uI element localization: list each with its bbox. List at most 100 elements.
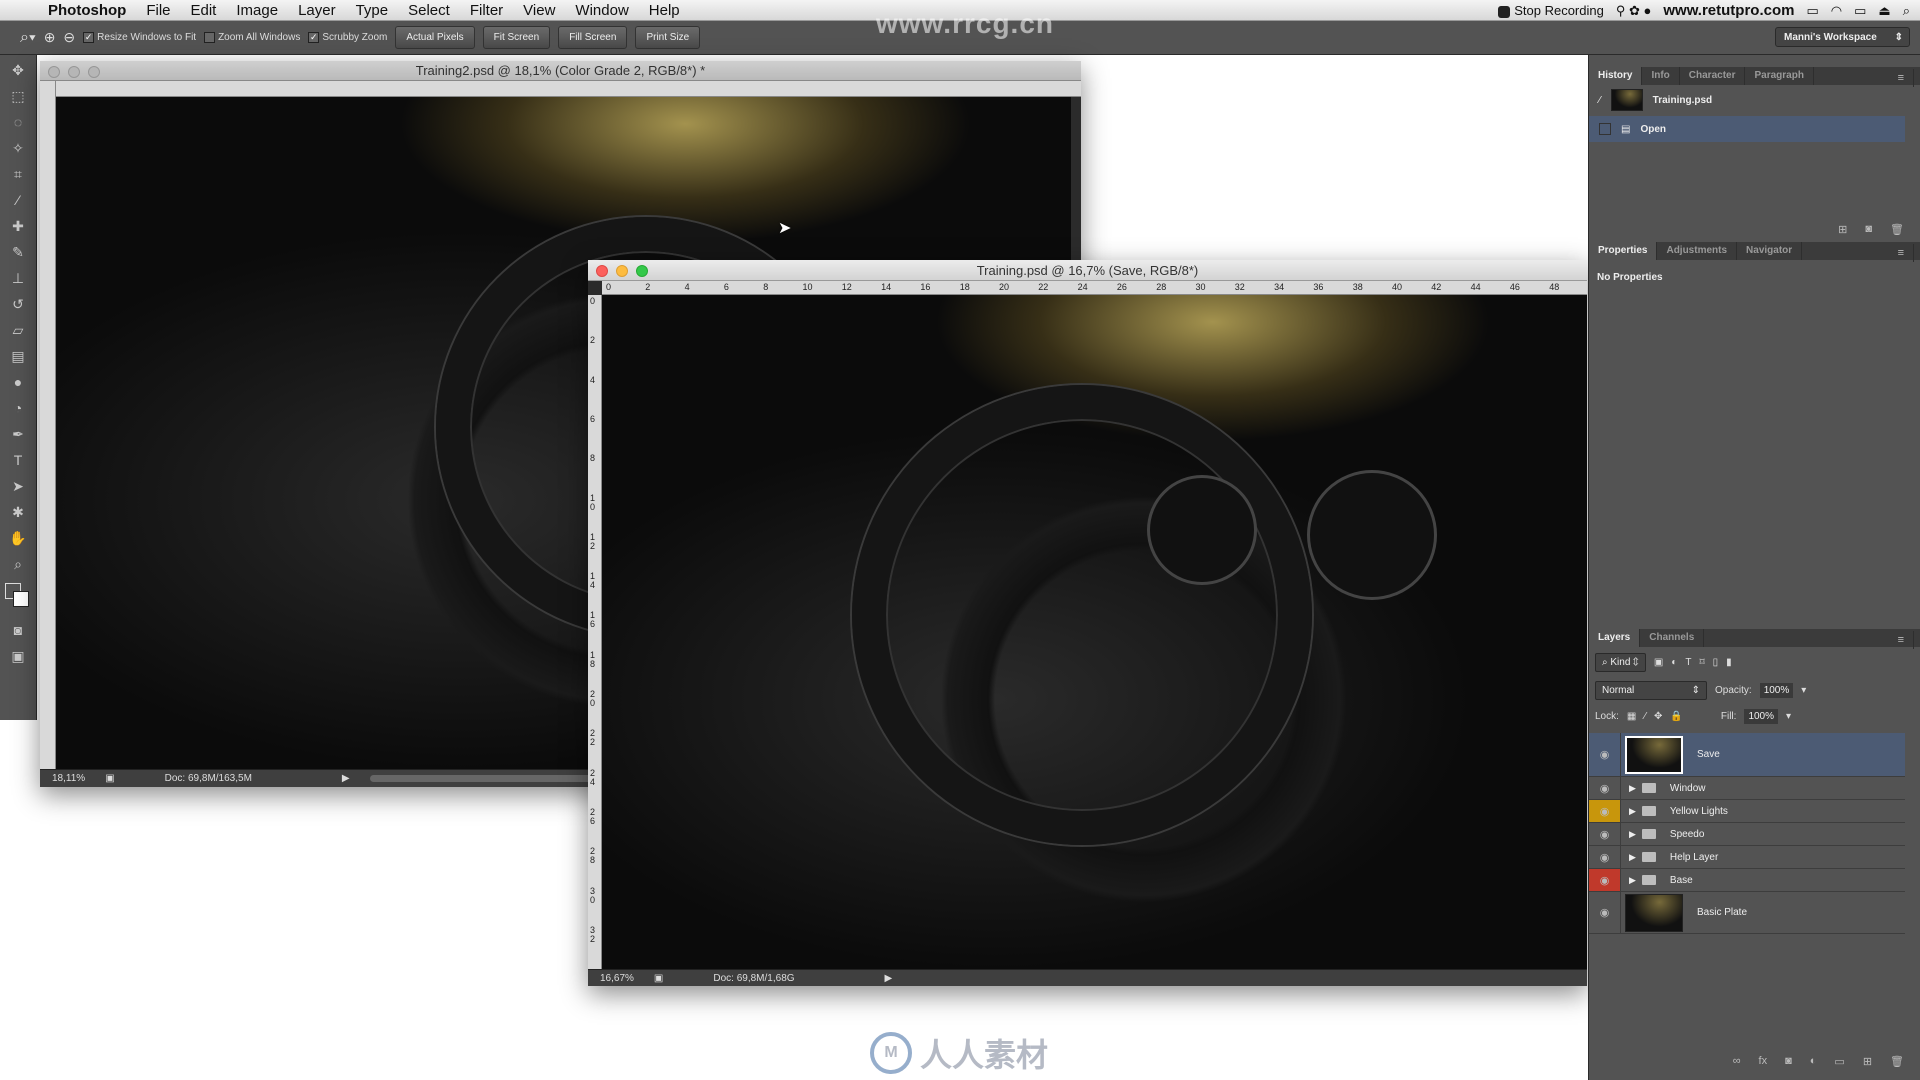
hand-tool-icon[interactable]: ✋ bbox=[7, 527, 29, 549]
layer-row[interactable]: ◉ ▶ Window bbox=[1589, 777, 1905, 800]
actual-pixels-button[interactable]: Actual Pixels bbox=[395, 26, 475, 49]
menu-filter[interactable]: Filter bbox=[470, 2, 503, 19]
visibility-eye-icon[interactable]: ◉ bbox=[1589, 800, 1621, 822]
scrubby-zoom-checkbox[interactable]: ✓ Scrubby Zoom bbox=[308, 31, 387, 43]
vertical-ruler[interactable] bbox=[40, 81, 56, 769]
filter-shape-icon[interactable]: ⌑ bbox=[1699, 657, 1704, 668]
history-brush-source-icon[interactable]: ⁄ bbox=[1599, 95, 1601, 106]
status-menu-arrow-icon[interactable]: ▶ bbox=[885, 973, 893, 984]
fx-icon[interactable]: fx bbox=[1759, 1055, 1768, 1073]
minimize-button[interactable] bbox=[68, 66, 80, 78]
zoom-button[interactable] bbox=[636, 265, 648, 277]
menu-window[interactable]: Window bbox=[575, 2, 628, 19]
zoom-tool-icon[interactable]: ⌕▾ bbox=[20, 29, 36, 47]
fill-dropdown[interactable]: ▾ bbox=[1786, 711, 1791, 722]
layer-row[interactable]: ◉ Basic Plate bbox=[1589, 892, 1905, 934]
menu-image[interactable]: Image bbox=[236, 2, 278, 19]
stop-recording[interactable]: Stop Recording bbox=[1498, 3, 1604, 18]
close-button[interactable] bbox=[596, 265, 608, 277]
horizontal-ruler[interactable]: 0 2 4 6 8 10 12 14 16 18 20 22 24 26 28 30 32 34 36 38 40 42 4… bbox=[602, 281, 1587, 295]
layer-row[interactable]: ◉ Save bbox=[1589, 733, 1905, 777]
filter-smart-object-icon[interactable]: ▯ bbox=[1713, 657, 1719, 668]
fill-input[interactable]: 100% bbox=[1744, 709, 1779, 724]
tab-channels[interactable]: Channels bbox=[1640, 629, 1705, 647]
pen-tool-icon[interactable]: ✒ bbox=[7, 423, 29, 445]
lock-brush-icon[interactable]: ⁄ bbox=[1644, 711, 1646, 722]
adjustment-layer-icon[interactable]: ◐ bbox=[1810, 1055, 1817, 1073]
tab-paragraph[interactable]: Paragraph bbox=[1745, 67, 1814, 85]
wifi-icon[interactable]: ◠ bbox=[1831, 3, 1842, 19]
document-canvas[interactable] bbox=[602, 295, 1587, 969]
mask-icon[interactable]: ◙ bbox=[1785, 1055, 1792, 1073]
lock-all-icon[interactable]: 🔒 bbox=[1670, 711, 1682, 722]
status-icons[interactable]: ⚲ ✿ ● bbox=[1616, 3, 1652, 19]
layer-row[interactable]: ◉ ▶ Help Layer bbox=[1589, 846, 1905, 869]
tab-navigator[interactable]: Navigator bbox=[1737, 242, 1803, 260]
zoom-level[interactable]: 16,67% bbox=[600, 973, 634, 984]
expand-triangle-icon[interactable]: ▶ bbox=[1629, 875, 1636, 886]
path-selection-tool-icon[interactable]: ➤ bbox=[7, 475, 29, 497]
dodge-tool-icon[interactable]: ◔ bbox=[7, 397, 29, 419]
menu-type[interactable]: Type bbox=[356, 2, 389, 19]
visibility-eye-icon[interactable]: ◉ bbox=[1589, 777, 1621, 799]
lock-position-icon[interactable]: ✥ bbox=[1654, 711, 1662, 722]
visibility-eye-icon[interactable]: ◉ bbox=[1589, 733, 1621, 776]
close-button[interactable] bbox=[48, 66, 60, 78]
document-title-bar[interactable]: Training2.psd @ 18,1% (Color Grade 2, RG… bbox=[40, 61, 1081, 81]
lasso-tool-icon[interactable]: ◌ bbox=[7, 111, 29, 133]
expand-triangle-icon[interactable]: ▶ bbox=[1629, 829, 1636, 840]
brush-tool-icon[interactable]: ✎ bbox=[7, 241, 29, 263]
history-step-checkbox[interactable] bbox=[1599, 123, 1611, 135]
blur-tool-icon[interactable]: ● bbox=[7, 371, 29, 393]
tab-adjustments[interactable]: Adjustments bbox=[1657, 242, 1738, 260]
eject-icon[interactable]: ⏏ bbox=[1878, 3, 1890, 19]
menu-select[interactable]: Select bbox=[408, 2, 450, 19]
menu-file[interactable]: File bbox=[146, 2, 170, 19]
layer-row[interactable]: ◉ ▶ Speedo bbox=[1589, 823, 1905, 846]
crop-tool-icon[interactable]: ⌗ bbox=[7, 163, 29, 185]
new-document-from-state-icon[interactable]: ⊞ bbox=[1838, 223, 1847, 241]
trash-icon[interactable]: 🗑 bbox=[1890, 1055, 1904, 1073]
filter-pixel-icon[interactable]: ▣ bbox=[1654, 657, 1663, 668]
print-size-button[interactable]: Print Size bbox=[635, 26, 701, 49]
tab-properties[interactable]: Properties bbox=[1589, 242, 1658, 260]
opacity-input[interactable]: 100% bbox=[1759, 683, 1794, 698]
horizontal-ruler[interactable] bbox=[56, 81, 1081, 97]
menu-view[interactable]: View bbox=[523, 2, 555, 19]
lock-transparency-icon[interactable]: ▦ bbox=[1627, 711, 1636, 722]
zoom-tool-icon[interactable]: ⌕ bbox=[7, 553, 29, 575]
minimize-button[interactable] bbox=[616, 265, 628, 277]
zoom-in-icon[interactable]: ⊕ bbox=[44, 29, 56, 46]
gradient-tool-icon[interactable]: ▤ bbox=[7, 345, 29, 367]
screen-mode-icon[interactable]: ▣ bbox=[7, 645, 29, 667]
magic-wand-tool-icon[interactable]: ✧ bbox=[7, 137, 29, 159]
new-group-icon[interactable]: ▭ bbox=[1834, 1055, 1844, 1073]
document-title-bar[interactable]: Training.psd @ 16,7% (Save, RGB/8*) bbox=[588, 260, 1587, 281]
fill-screen-button[interactable]: Fill Screen bbox=[558, 26, 628, 49]
panel-menu-icon[interactable]: ≡ bbox=[1889, 244, 1914, 262]
vertical-ruler[interactable]: 0 2 4 6 8 10 12 14 16 18 20 22 24 26 28 30 32 bbox=[588, 295, 602, 969]
workspace-select[interactable]: Manni's Workspace ⇕ bbox=[1775, 27, 1910, 47]
zoom-out-icon[interactable]: ⊖ bbox=[63, 29, 75, 46]
zoom-level[interactable]: 18,11% bbox=[52, 773, 85, 784]
filter-toggle[interactable]: ▮ bbox=[1726, 657, 1732, 668]
tab-history[interactable]: History bbox=[1589, 67, 1643, 85]
visibility-eye-icon[interactable]: ◉ bbox=[1589, 846, 1621, 868]
status-menu-arrow-icon[interactable]: ▶ bbox=[342, 773, 350, 784]
background-color[interactable] bbox=[13, 591, 29, 607]
visibility-eye-icon[interactable]: ◉ bbox=[1589, 823, 1621, 845]
new-layer-icon[interactable]: ⊞ bbox=[1863, 1055, 1872, 1073]
menu-layer[interactable]: Layer bbox=[298, 2, 336, 19]
expand-triangle-icon[interactable]: ▶ bbox=[1629, 783, 1636, 794]
trash-icon[interactable]: 🗑 bbox=[1890, 223, 1904, 241]
tab-info[interactable]: Info bbox=[1642, 67, 1680, 85]
filter-type-icon[interactable]: T bbox=[1685, 657, 1691, 668]
stamp-tool-icon[interactable]: ⊥ bbox=[7, 267, 29, 289]
color-swatches[interactable] bbox=[3, 581, 33, 613]
panel-menu-icon[interactable]: ≡ bbox=[1889, 69, 1914, 87]
expand-triangle-icon[interactable]: ▶ bbox=[1629, 806, 1636, 817]
opacity-dropdown[interactable]: ▾ bbox=[1801, 685, 1806, 696]
zoom-button[interactable] bbox=[88, 66, 100, 78]
apple-icon[interactable] bbox=[18, 1, 36, 19]
menu-help[interactable]: Help bbox=[649, 2, 680, 19]
